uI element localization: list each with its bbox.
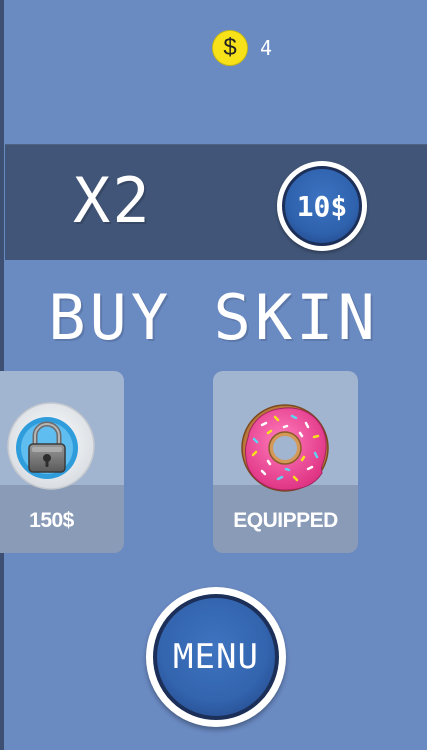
multiplier-panel: X2 10$ bbox=[5, 144, 427, 260]
multiplier-label: X2 bbox=[73, 164, 152, 237]
skin-card-equipped[interactable]: EQUIPPED bbox=[213, 371, 358, 553]
coin-symbol: $ bbox=[223, 34, 237, 61]
buy-skin-title: BUY SKIN bbox=[48, 281, 379, 354]
skin-price-label: 150$ bbox=[29, 509, 74, 532]
dollar-coin-icon: $ bbox=[212, 30, 248, 66]
menu-button[interactable]: MENU bbox=[146, 587, 286, 727]
buy-multiplier-price: 10$ bbox=[282, 166, 362, 246]
menu-button-label: MENU bbox=[153, 594, 279, 720]
buy-multiplier-button[interactable]: 10$ bbox=[277, 161, 367, 251]
donut-icon bbox=[241, 404, 329, 492]
coin-counter: $ 4 bbox=[212, 30, 272, 66]
skin-card-locked[interactable]: 150$ bbox=[0, 371, 124, 553]
lock-icon bbox=[7, 402, 95, 490]
skin-status-label: EQUIPPED bbox=[233, 509, 338, 532]
coin-count: 4 bbox=[260, 36, 273, 60]
